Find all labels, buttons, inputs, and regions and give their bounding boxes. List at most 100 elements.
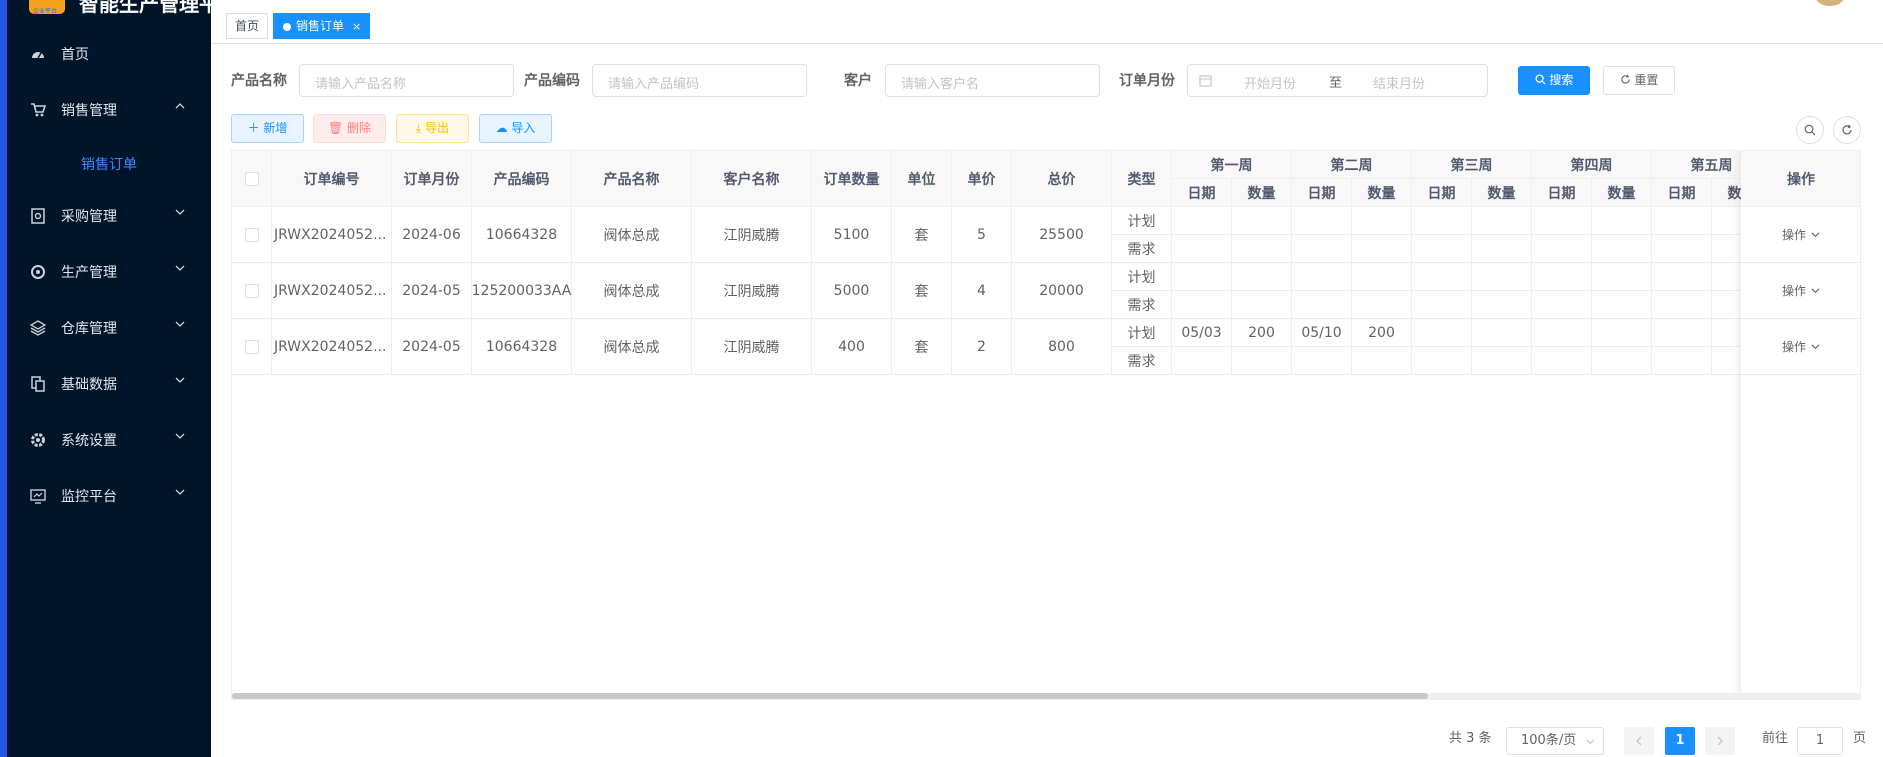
table-cell-total: 20000 <box>1012 263 1112 319</box>
trash-icon: 🗑 <box>327 121 348 135</box>
sidebar-item-warehouse[interactable]: 仓库管理 <box>7 300 211 356</box>
production-icon <box>31 265 45 279</box>
product-name-label: 产品名称 <box>231 73 287 89</box>
refresh-table-button[interactable] <box>1833 116 1861 144</box>
select-all-checkbox[interactable] <box>244 171 259 186</box>
row-action-dropdown[interactable]: 操作 <box>1741 263 1860 319</box>
chevron-down-icon <box>175 209 185 215</box>
table-cell-unit: 套 <box>892 263 952 319</box>
plan-value-cell <box>1652 207 1712 235</box>
sidebar-item-production[interactable]: 生产管理 <box>7 244 211 300</box>
sidebar-item-monitor[interactable]: 监控平台 <box>7 468 211 524</box>
table-cell-product-name: 阀体总成 <box>572 263 692 319</box>
table-cell-unit-price: 5 <box>952 207 1012 263</box>
chevron-down-icon <box>175 489 185 495</box>
search-icon <box>1535 74 1546 85</box>
reset-button[interactable]: 重置 <box>1603 66 1675 95</box>
delete-button[interactable]: 🗑 删除 <box>313 114 386 143</box>
table-cell-total: 25500 <box>1012 207 1112 263</box>
page-size-select[interactable]: 100条/页 <box>1506 727 1604 755</box>
column-header-actions: 操作 <box>1741 151 1860 207</box>
column-header-date: 日期 <box>1532 179 1592 207</box>
type-plan-cell: 计划 <box>1112 207 1172 235</box>
demand-value-cell <box>1352 291 1412 319</box>
export-button[interactable]: ⤓ 导出 <box>396 114 469 143</box>
tag-label: 首页 <box>235 19 260 33</box>
start-month-placeholder: 开始月份 <box>1244 77 1297 92</box>
column-header-product-name: 产品名称 <box>572 151 692 207</box>
sidebar-item-base-data[interactable]: 基础数据 <box>7 356 211 412</box>
chevron-up-icon <box>175 103 185 109</box>
row-checkbox[interactable] <box>244 227 259 242</box>
settings-icon <box>31 433 45 447</box>
page-number-current[interactable]: 1 <box>1665 727 1695 755</box>
plan-value-cell: 05/03 <box>1172 319 1232 347</box>
table-cell-unit-price: 2 <box>952 319 1012 375</box>
import-button[interactable]: ☁ 导入 <box>479 114 552 143</box>
chevron-down-icon <box>175 377 185 383</box>
demand-value-cell <box>1592 347 1652 375</box>
close-icon[interactable]: × <box>352 20 361 33</box>
horizontal-scrollbar[interactable] <box>232 693 1860 699</box>
chevron-down-icon <box>175 433 185 439</box>
sidebar-item-settings[interactable]: 系统设置 <box>7 412 211 468</box>
table-cell-product-name: 阀体总成 <box>572 207 692 263</box>
row-checkbox[interactable] <box>244 339 259 354</box>
column-header-qty: 数量 <box>1592 179 1652 207</box>
product-code-input[interactable]: 请输入产品编码 <box>592 64 807 97</box>
demand-value-cell <box>1592 291 1652 319</box>
plan-value-cell <box>1532 207 1592 235</box>
product-name-input[interactable]: 请输入产品名称 <box>299 64 514 97</box>
customer-input[interactable]: 请输入客户名 <box>885 64 1100 97</box>
tags-view: 首页 销售订单 × <box>211 10 1883 44</box>
demand-value-cell <box>1652 347 1712 375</box>
plan-value-cell <box>1592 263 1652 291</box>
user-avatar[interactable] <box>1813 0 1847 6</box>
tag-sales-order[interactable]: 销售订单 × <box>273 13 371 39</box>
sidebar-item-purchase[interactable]: 采购管理 <box>7 188 211 244</box>
logo-subtitle: 企业平台 <box>33 8 58 15</box>
goto-page-input[interactable]: 1 <box>1797 727 1843 755</box>
export-button-label: 导出 <box>425 121 450 135</box>
plan-value-cell <box>1472 319 1532 347</box>
actions-column: 操作 操作 操作 操作 <box>1741 151 1860 699</box>
search-button[interactable]: 搜索 <box>1518 66 1590 95</box>
download-icon: ⤓ <box>415 121 426 135</box>
next-page-button[interactable] <box>1705 727 1735 755</box>
row-action-dropdown[interactable]: 操作 <box>1741 319 1860 375</box>
warehouse-icon <box>30 320 46 336</box>
sidebar-item-home[interactable]: 首页 <box>7 26 211 82</box>
column-header-qty: 数量 <box>1232 179 1292 207</box>
header-select-all <box>232 151 272 207</box>
scrollbar-thumb[interactable] <box>232 693 1428 699</box>
table-cell-quantity: 400 <box>812 319 892 375</box>
prev-page-button[interactable] <box>1624 727 1654 755</box>
demand-value-cell <box>1352 347 1412 375</box>
chevron-down-icon <box>1811 288 1820 294</box>
demand-value-cell <box>1292 235 1352 263</box>
plan-value-cell <box>1352 263 1412 291</box>
placeholder: 请输入产品名称 <box>315 77 407 92</box>
column-header-product-code: 产品编码 <box>472 151 572 207</box>
plan-value-cell <box>1412 207 1472 235</box>
column-header-total: 总价 <box>1012 151 1112 207</box>
demand-value-cell <box>1232 235 1292 263</box>
add-button[interactable]: ＋ 新增 <box>231 114 304 143</box>
table-cell-order-month: 2024-05 <box>392 263 472 319</box>
reset-button-label: 重置 <box>1634 73 1659 87</box>
sidebar-item-sales[interactable]: 销售管理 <box>7 82 211 138</box>
column-header-unit-price: 单价 <box>952 151 1012 207</box>
table-cell-total: 800 <box>1012 319 1112 375</box>
end-month-placeholder: 结束月份 <box>1373 77 1426 92</box>
row-action-dropdown[interactable]: 操作 <box>1741 207 1860 263</box>
demand-value-cell <box>1292 291 1352 319</box>
type-demand-cell: 需求 <box>1112 235 1172 263</box>
demand-value-cell <box>1472 235 1532 263</box>
column-header-week: 第一周 <box>1172 151 1292 179</box>
chevron-down-icon <box>175 265 185 271</box>
tag-home[interactable]: 首页 <box>226 13 269 39</box>
row-checkbox[interactable] <box>244 283 259 298</box>
toggle-search-button[interactable] <box>1796 116 1824 144</box>
order-month-range[interactable]: 开始月份 至 结束月份 <box>1187 64 1488 97</box>
sidebar-subitem-sales-order[interactable]: 销售订单 <box>7 138 211 188</box>
